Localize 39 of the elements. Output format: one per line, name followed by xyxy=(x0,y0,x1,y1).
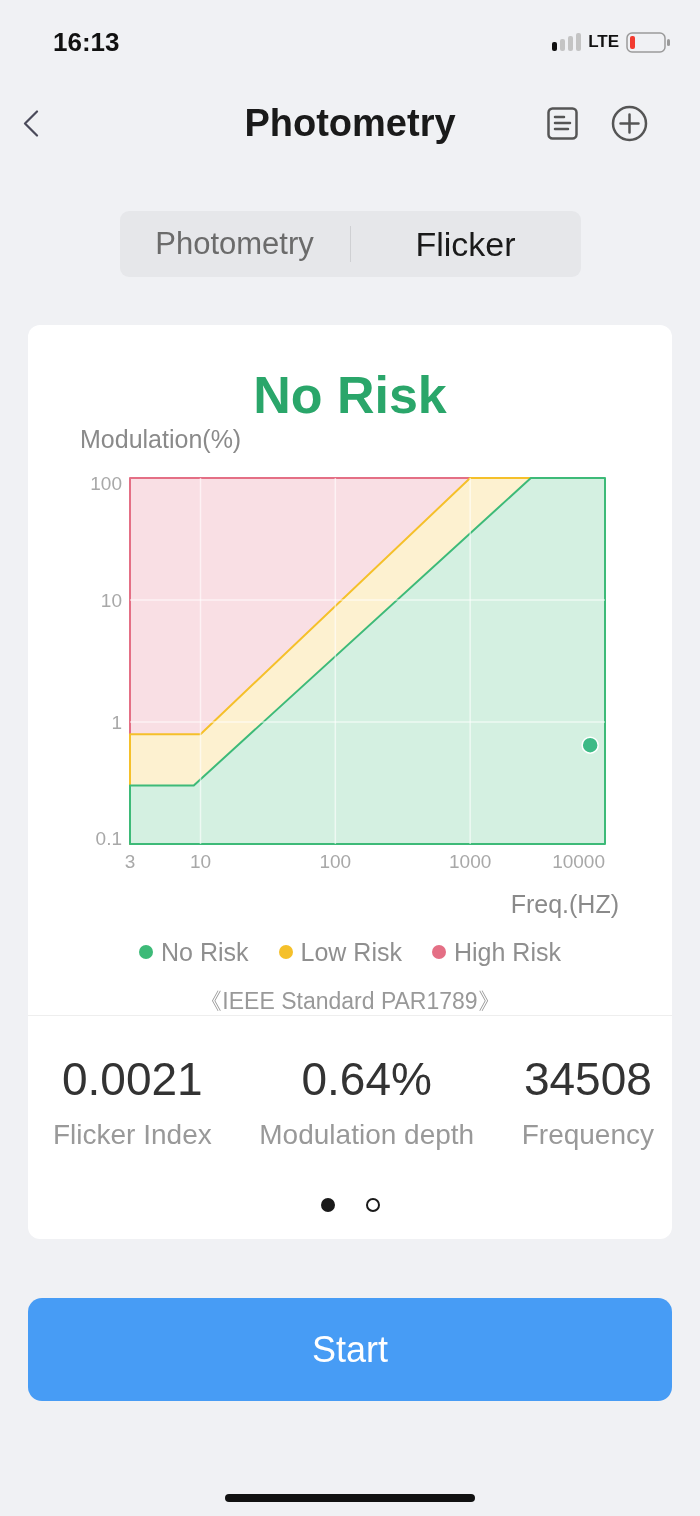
battery-low-icon xyxy=(626,31,670,53)
page-dot-icon[interactable] xyxy=(320,1198,335,1212)
back-button[interactable] xyxy=(22,109,39,137)
chevron-left-icon xyxy=(22,109,39,137)
axis-tick-label: 0.1 xyxy=(95,828,122,849)
status-time: 16:13 xyxy=(53,27,120,57)
axis-tick-label: 100 xyxy=(319,851,352,872)
page-title: Photometry xyxy=(244,101,456,145)
segment-tab[interactable]: Flicker xyxy=(350,211,581,277)
page-dot-icon[interactable] xyxy=(365,1198,380,1212)
risk-verdict: No Risk xyxy=(252,365,448,425)
standard-caption: 《IEEE Standard PAR1789》 xyxy=(198,987,502,1015)
signal-icon xyxy=(552,33,582,51)
stat-value: 34508 xyxy=(523,1053,652,1105)
document-icon xyxy=(547,106,578,140)
network-label: LTE xyxy=(588,32,619,52)
legend-label: Low Risk xyxy=(300,937,402,967)
stat-label: Flicker Index xyxy=(53,1119,212,1151)
plus-circle-icon xyxy=(611,104,648,142)
legend-label: High Risk xyxy=(453,937,561,967)
axis-tick-label: 10 xyxy=(189,851,212,872)
axis-tick-label: 10000 xyxy=(552,851,605,872)
axis-tick-label: 3 xyxy=(124,851,136,872)
y-axis-title: Modulation(%) xyxy=(79,425,242,453)
stat-label: Modulation depth xyxy=(259,1119,475,1151)
axis-tick-label: 10 xyxy=(100,590,122,611)
axis-tick-label: 1000 xyxy=(449,851,492,872)
add-button[interactable] xyxy=(611,104,648,142)
axis-tick-label: 1 xyxy=(111,712,122,733)
stat-label: Frequency xyxy=(521,1119,654,1151)
legend-label: No Risk xyxy=(161,937,249,967)
axis-tick-label: 100 xyxy=(90,473,122,494)
measurement-point xyxy=(581,736,599,754)
stat-value: 0.64% xyxy=(301,1053,432,1105)
report-button[interactable] xyxy=(547,106,578,140)
start-button[interactable]: Start xyxy=(28,1298,672,1401)
stat-value: 0.0021 xyxy=(62,1053,203,1105)
x-axis-title: Freq.(HZ) xyxy=(510,890,619,918)
segment-tab[interactable]: Photometry xyxy=(119,211,350,277)
